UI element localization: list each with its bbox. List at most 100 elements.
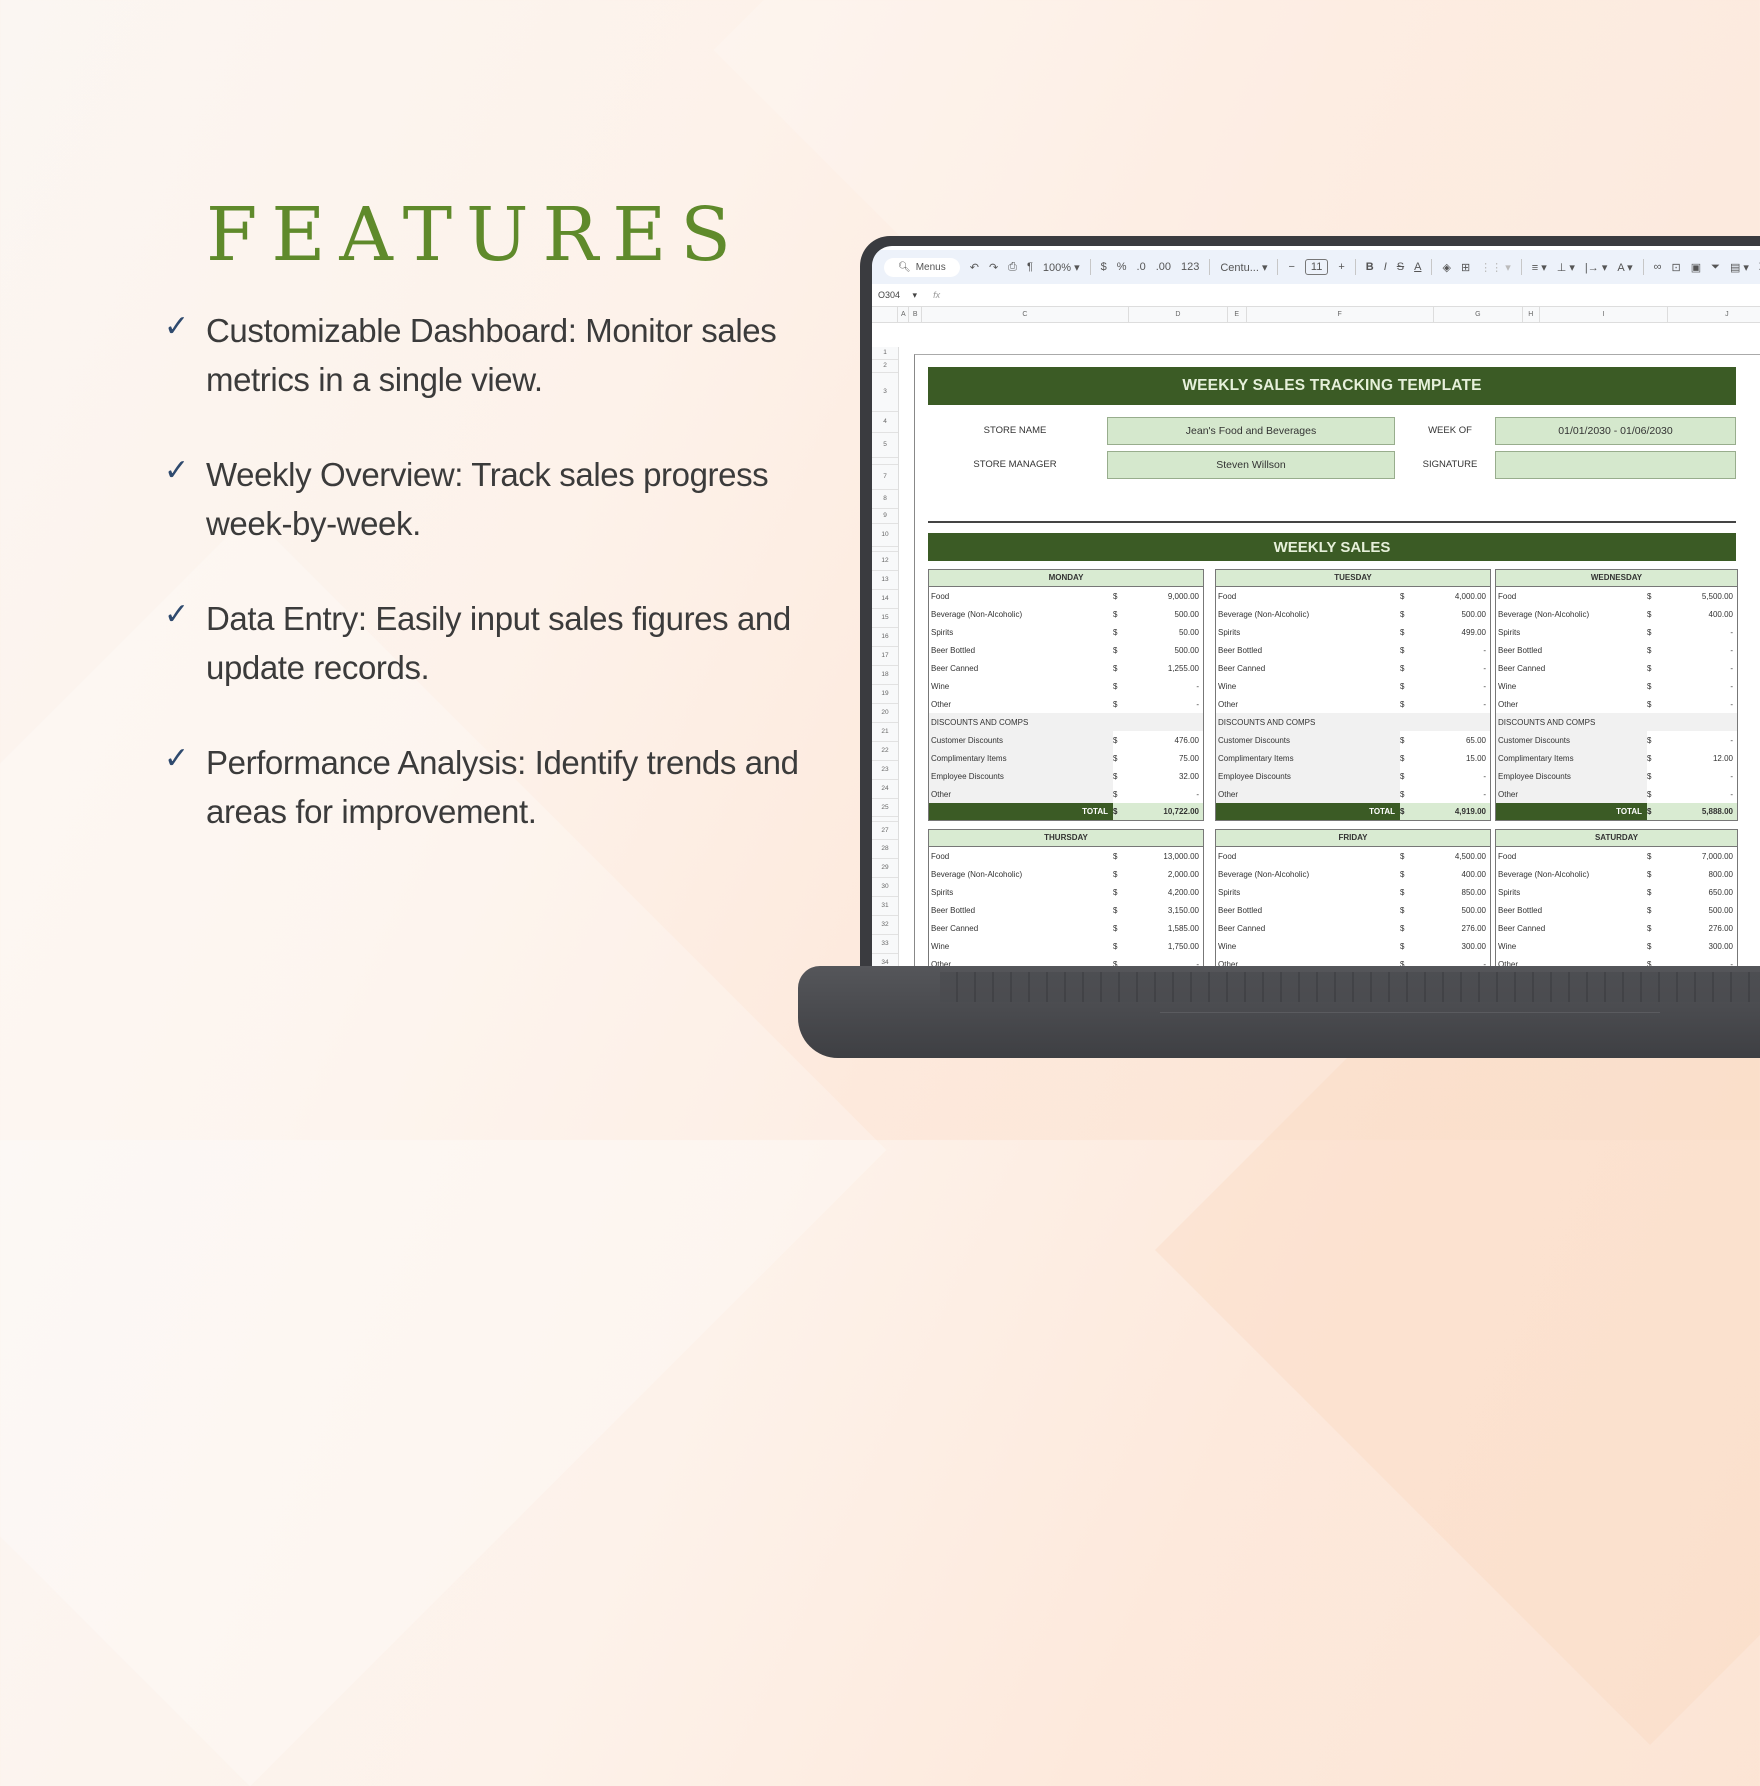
bold-button[interactable]: B bbox=[1366, 261, 1374, 273]
row-header[interactable]: 1 bbox=[872, 347, 898, 360]
sales-value-cell[interactable]: - bbox=[1677, 700, 1737, 709]
discount-value-cell[interactable]: 15.00 bbox=[1430, 749, 1490, 767]
row-header[interactable]: 27 bbox=[872, 822, 898, 840]
column-header[interactable]: E bbox=[1228, 307, 1247, 322]
row-header[interactable]: 23 bbox=[872, 761, 898, 780]
row-header[interactable]: 7 bbox=[872, 465, 898, 490]
sales-value-cell[interactable]: 1,585.00 bbox=[1143, 924, 1203, 933]
row-header[interactable]: 17 bbox=[872, 647, 898, 666]
strikethrough-button[interactable]: S bbox=[1397, 261, 1404, 273]
row-header[interactable]: 10 bbox=[872, 524, 898, 547]
fill-color-icon[interactable]: ◈ bbox=[1442, 261, 1450, 274]
zoom-select[interactable]: 100% ▾ bbox=[1043, 261, 1080, 274]
sales-value-cell[interactable]: 276.00 bbox=[1677, 924, 1737, 933]
sales-value-cell[interactable]: 2,000.00 bbox=[1143, 870, 1203, 879]
sales-value-cell[interactable]: 800.00 bbox=[1677, 870, 1737, 879]
sales-value-cell[interactable]: 7,000.00 bbox=[1677, 852, 1737, 861]
sales-value-cell[interactable]: 13,000.00 bbox=[1143, 852, 1203, 861]
print-icon[interactable]: ⎙ bbox=[1008, 261, 1017, 274]
font-size-decrease[interactable]: − bbox=[1288, 261, 1294, 273]
redo-icon[interactable]: ↷ bbox=[989, 261, 998, 274]
week-of-field[interactable]: 01/01/2030 - 01/06/2030 bbox=[1495, 417, 1736, 445]
currency-button[interactable]: $ bbox=[1101, 261, 1107, 273]
sales-value-cell[interactable]: 500.00 bbox=[1430, 610, 1490, 619]
filter-views-icon[interactable]: ▤ ▾ bbox=[1730, 261, 1749, 274]
sales-value-cell[interactable]: - bbox=[1143, 682, 1203, 691]
sales-value-cell[interactable]: 1,255.00 bbox=[1143, 664, 1203, 673]
row-header[interactable]: 4 bbox=[872, 412, 898, 433]
font-size-increase[interactable]: + bbox=[1338, 261, 1344, 273]
sales-value-cell[interactable]: - bbox=[1430, 664, 1490, 673]
horizontal-align-icon[interactable]: ≡ ▾ bbox=[1532, 261, 1547, 274]
row-header[interactable]: 33 bbox=[872, 935, 898, 954]
sales-value-cell[interactable]: 850.00 bbox=[1430, 888, 1490, 897]
italic-button[interactable]: I bbox=[1384, 261, 1387, 273]
sales-value-cell[interactable]: 500.00 bbox=[1430, 906, 1490, 915]
discount-value-cell[interactable]: 476.00 bbox=[1143, 731, 1203, 749]
sales-value-cell[interactable]: - bbox=[1143, 960, 1203, 967]
sales-value-cell[interactable]: 5,500.00 bbox=[1677, 592, 1737, 601]
row-header[interactable]: 22 bbox=[872, 742, 898, 761]
column-header[interactable]: F bbox=[1247, 307, 1434, 322]
column-header[interactable]: J bbox=[1668, 307, 1760, 322]
chart-icon[interactable]: ▣ bbox=[1691, 261, 1701, 274]
text-wrap-icon[interactable]: |→ ▾ bbox=[1585, 261, 1607, 274]
row-header[interactable]: 32 bbox=[872, 916, 898, 935]
sales-value-cell[interactable]: - bbox=[1430, 700, 1490, 709]
sales-value-cell[interactable]: 500.00 bbox=[1677, 906, 1737, 915]
sales-value-cell[interactable]: 300.00 bbox=[1677, 942, 1737, 951]
sales-value-cell[interactable]: - bbox=[1430, 646, 1490, 655]
row-header[interactable]: 14 bbox=[872, 590, 898, 609]
row-header[interactable]: 12 bbox=[872, 552, 898, 571]
row-header[interactable]: 34 bbox=[872, 954, 898, 966]
sales-value-cell[interactable]: - bbox=[1143, 700, 1203, 709]
sales-value-cell[interactable]: 4,200.00 bbox=[1143, 888, 1203, 897]
sales-value-cell[interactable]: 300.00 bbox=[1430, 942, 1490, 951]
row-header[interactable]: 20 bbox=[872, 704, 898, 723]
row-header[interactable]: 2 bbox=[872, 360, 898, 373]
row-header[interactable]: 8 bbox=[872, 490, 898, 509]
sales-value-cell[interactable]: 650.00 bbox=[1677, 888, 1737, 897]
sales-value-cell[interactable]: - bbox=[1430, 682, 1490, 691]
sales-value-cell[interactable]: 500.00 bbox=[1143, 646, 1203, 655]
sales-value-cell[interactable]: 4,500.00 bbox=[1430, 852, 1490, 861]
row-header[interactable]: 3 bbox=[872, 373, 898, 412]
row-header[interactable]: 25 bbox=[872, 799, 898, 817]
store-manager-field[interactable]: Steven Willson bbox=[1107, 451, 1395, 479]
font-size-input[interactable]: 11 bbox=[1304, 259, 1329, 275]
row-header[interactable]: 18 bbox=[872, 666, 898, 685]
decrease-decimal-button[interactable]: .0 bbox=[1137, 261, 1146, 273]
sales-value-cell[interactable]: 500.00 bbox=[1143, 610, 1203, 619]
sales-value-cell[interactable]: 276.00 bbox=[1430, 924, 1490, 933]
sales-value-cell[interactable]: 3,150.00 bbox=[1143, 906, 1203, 915]
cell-reference[interactable]: O304 ▾ bbox=[878, 290, 917, 301]
row-header[interactable]: 24 bbox=[872, 780, 898, 799]
paint-format-icon[interactable]: ¶ bbox=[1027, 261, 1033, 273]
sales-value-cell[interactable]: 499.00 bbox=[1430, 628, 1490, 637]
discount-value-cell[interactable]: 65.00 bbox=[1430, 731, 1490, 749]
sales-value-cell[interactable]: - bbox=[1677, 682, 1737, 691]
sales-value-cell[interactable]: 400.00 bbox=[1677, 610, 1737, 619]
discount-value-cell[interactable]: - bbox=[1143, 785, 1203, 803]
column-header[interactable]: A bbox=[898, 307, 910, 322]
sales-value-cell[interactable]: - bbox=[1677, 664, 1737, 673]
undo-icon[interactable]: ↶ bbox=[970, 261, 979, 274]
row-header[interactable]: 9 bbox=[872, 509, 898, 524]
sales-value-cell[interactable]: - bbox=[1677, 960, 1737, 967]
discount-value-cell[interactable]: - bbox=[1677, 731, 1737, 749]
text-color-button[interactable]: A bbox=[1414, 261, 1421, 273]
row-header[interactable]: 15 bbox=[872, 609, 898, 628]
increase-decimal-button[interactable]: .00 bbox=[1156, 261, 1171, 273]
signature-field[interactable] bbox=[1495, 451, 1736, 479]
sales-value-cell[interactable]: - bbox=[1677, 646, 1737, 655]
store-name-field[interactable]: Jean's Food and Beverages bbox=[1107, 417, 1395, 445]
menus-search[interactable]: 🔍︎ Menus bbox=[884, 257, 960, 277]
number-format-button[interactable]: 123 bbox=[1181, 261, 1199, 273]
row-header[interactable]: 16 bbox=[872, 628, 898, 647]
sales-value-cell[interactable]: - bbox=[1430, 960, 1490, 967]
select-all-corner[interactable] bbox=[872, 307, 899, 322]
column-header[interactable]: B bbox=[909, 307, 923, 322]
sales-value-cell[interactable]: 400.00 bbox=[1430, 870, 1490, 879]
sales-value-cell[interactable]: 4,000.00 bbox=[1430, 592, 1490, 601]
column-header[interactable]: D bbox=[1129, 307, 1228, 322]
